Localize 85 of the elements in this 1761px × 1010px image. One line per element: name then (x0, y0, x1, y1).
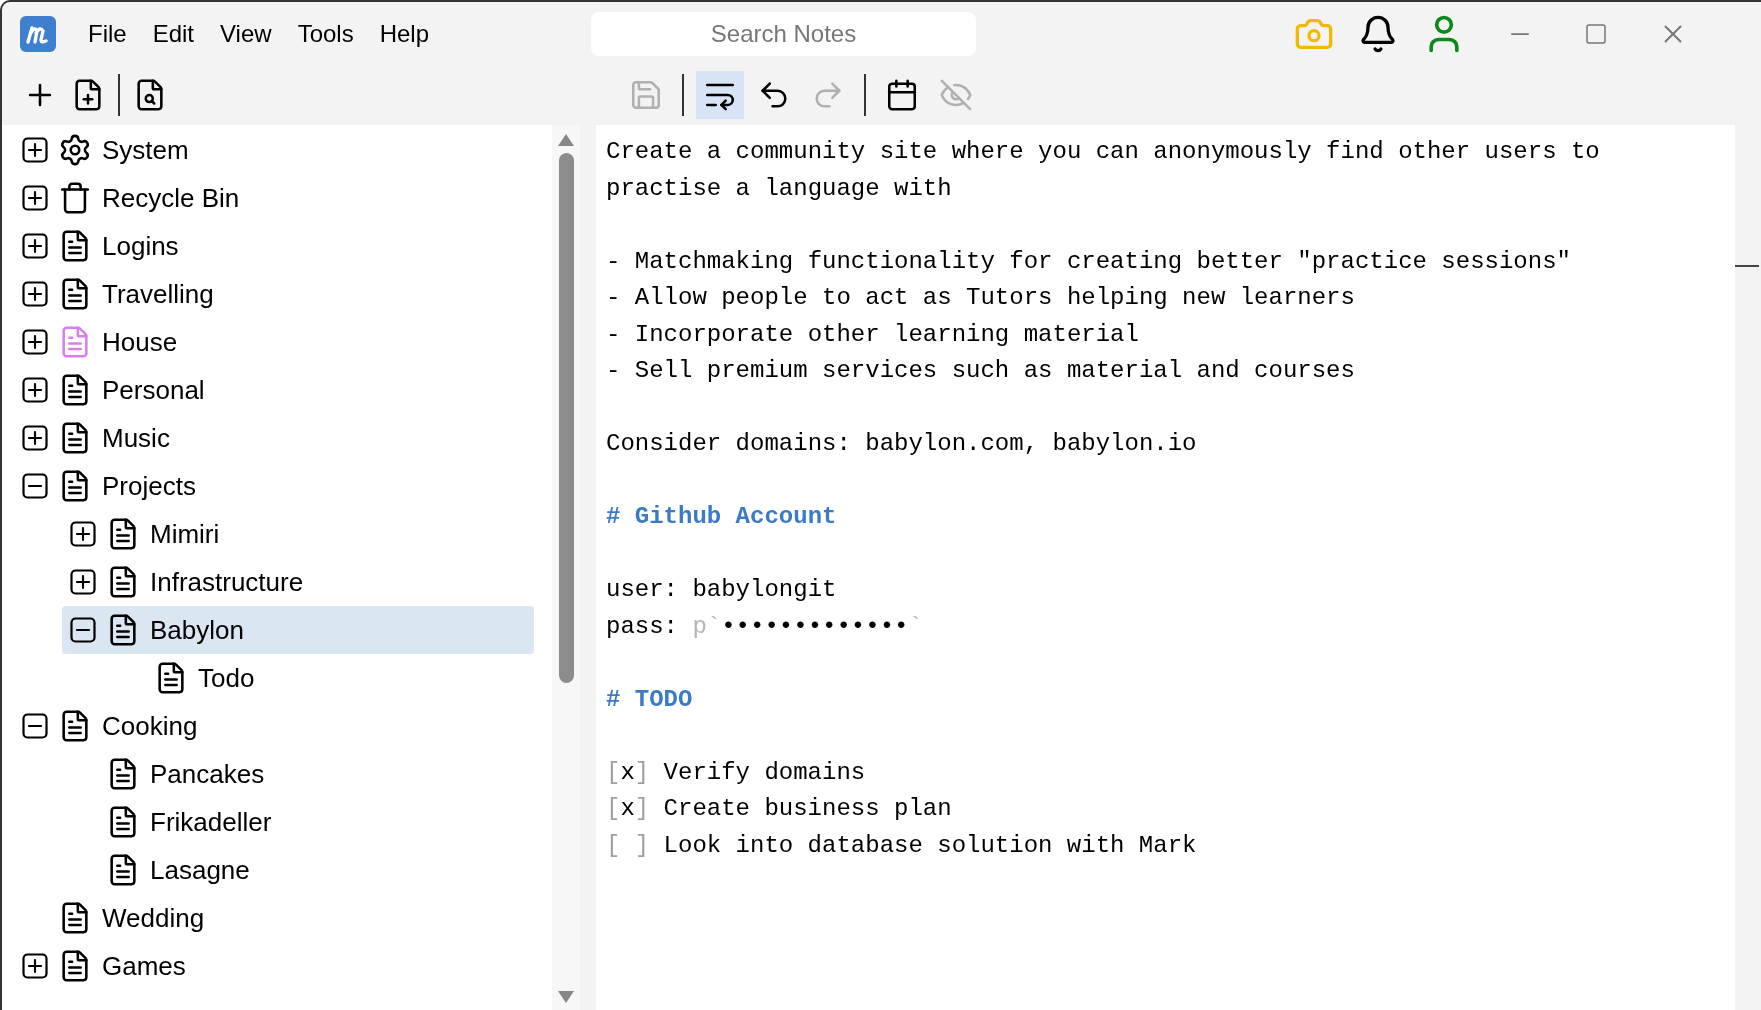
note-text-line: Create a community site where you can anonymously find other users to practise a language with (606, 137, 1601, 204)
note-text-line: - Matchmaking functionality for creating better "practice sessions" (606, 246, 1572, 277)
tree-item[interactable]: Projects (14, 462, 212, 510)
expand-icon[interactable] (22, 281, 48, 307)
wrap-text-button[interactable] (696, 71, 744, 119)
tree-item[interactable]: Todo (110, 654, 271, 702)
tree-item-label: Games (102, 949, 186, 983)
tree-item[interactable]: Logins (14, 222, 195, 270)
password-label: pass: (606, 611, 678, 642)
todo-text: Create business plan (663, 794, 952, 824)
tree-item[interactable]: System (14, 126, 205, 174)
note-text-line: - Incorporate other learning material (606, 319, 1140, 350)
tree-item[interactable]: House (14, 318, 194, 366)
tree-item-label: Recycle Bin (102, 181, 240, 215)
tree-item-label: Projects (102, 469, 196, 503)
scroll-up-icon[interactable] (557, 133, 575, 147)
collapse-icon[interactable] (70, 617, 96, 643)
menu-item[interactable]: Tools (285, 15, 366, 52)
expand-icon[interactable] (22, 185, 48, 211)
tree-item-label: Infrastructure (150, 565, 304, 599)
menu-item[interactable]: View (208, 15, 284, 52)
tree-item-label: Personal (102, 373, 205, 407)
todo-text: Verify domains (663, 757, 866, 788)
save-icon (629, 78, 663, 112)
expand-icon[interactable] (22, 329, 48, 355)
tree-item[interactable]: Music (14, 414, 186, 462)
app-logo (20, 15, 56, 52)
note-text-line: - Allow people to act as Tutors helping new learners (606, 283, 1356, 313)
note-text-line: user: babylongit (606, 575, 838, 605)
note-heading: # TODO (606, 684, 694, 715)
menu-item[interactable]: File (76, 15, 139, 52)
note-heading: # Github Account (606, 502, 838, 532)
tree-item-label: Todo (198, 661, 255, 695)
tree-item[interactable]: Recycle Bin (14, 174, 256, 222)
note-text-line: Consider domains: babylon.com, babylon.io (606, 429, 1198, 459)
scroll-down-icon[interactable] (557, 990, 575, 1004)
search-field[interactable]: Search Notes (591, 11, 976, 56)
tree-item-label: Pancakes (150, 757, 265, 791)
todo-text: Look into database solution with Mark (663, 830, 1197, 861)
collapse-icon[interactable] (22, 713, 48, 739)
expand-icon[interactable] (22, 233, 48, 259)
tree-item-label: Mimiri (150, 517, 220, 551)
tree-item[interactable]: Pancakes (62, 750, 281, 798)
todo-checkbox[interactable]: [x] (606, 791, 650, 828)
maximize-icon[interactable] (1584, 21, 1608, 46)
expand-icon[interactable] (22, 953, 48, 979)
tree-item[interactable]: Wedding (14, 894, 221, 942)
tree-item-label: Lasagne (150, 853, 250, 887)
tree-item[interactable]: Travelling (14, 270, 230, 318)
tree-item-label: House (102, 325, 178, 359)
todo-checkbox[interactable]: [x] (606, 754, 650, 791)
collapse-icon[interactable] (22, 473, 48, 499)
expand-icon[interactable] (70, 569, 96, 595)
tree-item[interactable]: Infrastructure (62, 558, 320, 606)
tree-item-label: Cooking (102, 709, 198, 743)
expand-icon[interactable] (22, 137, 48, 163)
menu-item[interactable]: Help (367, 15, 441, 52)
tree-item-label: Travelling (102, 277, 214, 311)
tree-item[interactable]: Cooking (14, 702, 214, 750)
tree-item-label: Babylon (150, 613, 244, 647)
tree-item[interactable]: Babylon (62, 606, 534, 654)
note-editor[interactable] (596, 125, 1735, 1010)
note-text-line: - Sell premium services such as material and courses (606, 356, 1356, 386)
tree-item-label: Music (102, 421, 170, 455)
password-suffix: ` (908, 611, 923, 642)
expand-icon[interactable] (22, 377, 48, 403)
tree-item[interactable]: Frikadeller (62, 798, 288, 846)
tree-item-label: Logins (102, 229, 179, 263)
eye-off-icon (939, 78, 973, 112)
password-prefix: p` (692, 611, 722, 642)
notification-icon[interactable] (1358, 13, 1398, 54)
scrollbar-thumb[interactable] (558, 153, 574, 683)
expand-icon[interactable] (70, 521, 96, 547)
calendar-icon (885, 78, 919, 112)
tree-item[interactable]: Personal (14, 366, 221, 414)
password-mask: ••••••••••••• (721, 611, 909, 642)
tree-item[interactable]: Mimiri (62, 510, 236, 558)
tree-item-label: Wedding (102, 901, 205, 935)
tree-item[interactable]: Lasagne (62, 846, 266, 894)
menu-item[interactable]: Edit (140, 15, 207, 52)
scroll-indicator (1735, 265, 1759, 267)
expand-icon[interactable] (22, 425, 48, 451)
tree-item-label: System (102, 133, 189, 167)
tree-item-label: Frikadeller (150, 805, 272, 839)
tree-item[interactable]: Games (14, 942, 202, 990)
